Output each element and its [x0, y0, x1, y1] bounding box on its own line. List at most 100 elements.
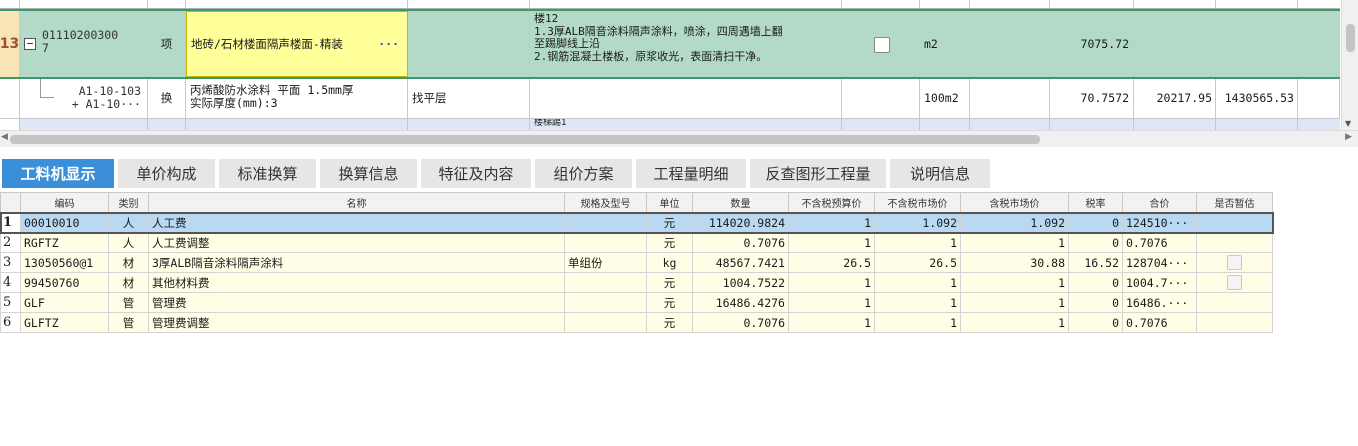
estimate-checkbox[interactable] [1227, 275, 1242, 290]
col-header-category[interactable]: 类别 [108, 192, 149, 213]
cell-unit[interactable]: 元 [646, 232, 693, 253]
cell-budget-price[interactable]: 1 [788, 232, 875, 253]
col-header-name[interactable]: 名称 [148, 192, 565, 213]
cell-category[interactable]: 人 [108, 212, 149, 233]
cell-spec[interactable] [564, 272, 647, 293]
tab-quantity-detail[interactable]: 工程量明细 [636, 159, 746, 188]
cell-unit[interactable]: 元 [646, 312, 693, 333]
scroll-down-arrow-icon[interactable]: ▼ [1345, 119, 1351, 128]
table-row-selected[interactable]: 13 − 01110200300 7 项 地砖/石材楼面隔声楼面-精装 ··· … [0, 9, 1340, 79]
cell-spec[interactable] [564, 312, 647, 333]
vertical-scroll-thumb[interactable] [1346, 24, 1355, 52]
cell-market-price[interactable]: 26.5 [874, 252, 961, 273]
tab-reverse-graphic-quantity[interactable]: 反查图形工程量 [750, 159, 886, 188]
tab-standard-conversion[interactable]: 标准换算 [219, 159, 316, 188]
cell-estimate[interactable] [1196, 252, 1273, 273]
col-header-spec[interactable]: 规格及型号 [564, 192, 647, 213]
col-header-total[interactable]: 合价 [1122, 192, 1197, 213]
cell-market-price[interactable]: 1 [874, 292, 961, 313]
cell-name[interactable]: 3厚ALB隔音涂料隔声涂料 [148, 252, 565, 273]
horizontal-scroll-thumb[interactable] [10, 135, 1040, 144]
cell-quantity[interactable]: 0.7076 [692, 232, 789, 253]
table-row[interactable]: 6 GLFTZ 管管理费调整元 0.7076 1 1 1 0 0.7076 [0, 312, 1273, 333]
cell-quantity[interactable]: 16486.4276 [692, 292, 789, 313]
cell-tax-rate[interactable]: 0 [1068, 272, 1123, 293]
cell-market-price-tax[interactable]: 30.88 [960, 252, 1069, 273]
cell-tax-rate[interactable]: 0 [1068, 212, 1123, 233]
cell-name[interactable]: 人工费调整 [148, 232, 565, 253]
cell-total[interactable]: 1004.7··· [1122, 272, 1197, 293]
cell-tax-rate[interactable]: 0 [1068, 292, 1123, 313]
cell-category[interactable]: 材 [108, 252, 149, 273]
cell-market-price-tax[interactable]: 1 [960, 272, 1069, 293]
cell-estimate[interactable] [1196, 212, 1273, 233]
cell-name[interactable]: 管理费 [148, 292, 565, 313]
cell-tax-rate[interactable]: 0 [1068, 312, 1123, 333]
cell-total[interactable]: 0.7076 [1122, 232, 1197, 253]
cell-budget-price[interactable]: 1 [788, 272, 875, 293]
table-row[interactable]: 3 13050560@1 材 3厚ALB隔音涂料隔声涂料 单组份 kg 48567.7421… [0, 252, 1273, 273]
cell-name[interactable]: 人工费 [148, 212, 565, 233]
tab-labor-material-machine[interactable]: 工料机显示 [2, 159, 114, 188]
cell-tax-rate[interactable]: 16.52 [1068, 252, 1123, 273]
scroll-right-arrow-icon[interactable]: ▶ [1345, 132, 1352, 142]
cell-total[interactable]: 128704··· [1122, 252, 1197, 273]
cell-market-price[interactable]: 1 [874, 272, 961, 293]
item-name-cell[interactable]: 地砖/石材楼面隔声楼面-精装 ··· [186, 11, 408, 77]
cell-market-price[interactable]: 1 [874, 312, 961, 333]
col-header-tax-rate[interactable]: 税率 [1068, 192, 1123, 213]
cell-unit[interactable]: 元 [646, 292, 693, 313]
cell-category[interactable]: 材 [108, 272, 149, 293]
scroll-left-arrow-icon[interactable]: ◀ [1, 132, 8, 142]
col-header-quantity[interactable]: 数量 [692, 192, 789, 213]
cell-unit[interactable]: 元 [646, 272, 693, 293]
table-row[interactable]: 1 00010010 人人工费元 114020.9824 1 1.092 1.092 0 124… [0, 211, 1274, 234]
cell-total[interactable]: 16486.··· [1122, 292, 1197, 313]
cell-code[interactable]: 13050560@1 [20, 252, 109, 273]
col-header-code[interactable]: 编码 [20, 192, 109, 213]
collapse-toggle-icon[interactable]: − [24, 38, 36, 50]
cell-quantity[interactable]: 1004.7522 [692, 272, 789, 293]
cell-market-price[interactable]: 1 [874, 232, 961, 253]
cell-market-price[interactable]: 1.092 [874, 212, 961, 233]
cell-estimate[interactable] [1196, 292, 1273, 313]
col-header-estimate[interactable]: 是否暂估 [1196, 192, 1273, 213]
estimate-checkbox[interactable] [1227, 255, 1242, 270]
cell-unit[interactable]: kg [646, 252, 693, 273]
row-checkbox[interactable] [874, 37, 890, 53]
cell-quantity[interactable]: 0.7076 [692, 312, 789, 333]
cell-tax-rate[interactable]: 0 [1068, 232, 1123, 253]
horizontal-scrollbar[interactable]: ◀ ▶ [0, 130, 1358, 147]
table-row[interactable]: 2 RGFTZ 人人工费调整元 0.7076 1 1 1 0 0.7076 [0, 232, 1273, 253]
cell-code[interactable]: 99450760 [20, 272, 109, 293]
cell-market-price-tax[interactable]: 1 [960, 232, 1069, 253]
tab-conversion-info[interactable]: 换算信息 [320, 159, 417, 188]
table-row-sub-item[interactable]: A1-10-103 + A1-10··· 换 丙烯酸防水涂料 平面 1.5mm厚… [0, 79, 1340, 119]
cell-code[interactable]: RGFTZ [20, 232, 109, 253]
cell-budget-price[interactable]: 1 [788, 292, 875, 313]
col-header-budget-price[interactable]: 不含税预算价 [788, 192, 875, 213]
tab-features-content[interactable]: 特征及内容 [421, 159, 531, 188]
cell-budget-price[interactable]: 26.5 [788, 252, 875, 273]
cell-category[interactable]: 人 [108, 232, 149, 253]
cell-spec[interactable] [564, 292, 647, 313]
cell-estimate[interactable] [1196, 272, 1273, 293]
tab-pricing-plan[interactable]: 组价方案 [535, 159, 632, 188]
cell-market-price-tax[interactable]: 1 [960, 312, 1069, 333]
more-button[interactable]: ··· [378, 37, 399, 51]
cell-market-price-tax[interactable]: 1 [960, 292, 1069, 313]
cell-quantity[interactable]: 114020.9824 [692, 212, 789, 233]
cell-spec[interactable] [564, 212, 647, 233]
table-row[interactable]: 4 99450760 材其他材料费元 1004.7522 1 1 1 0 1004.7··· [0, 272, 1273, 293]
cell-spec[interactable]: 单组份 [564, 252, 647, 273]
cell-name[interactable]: 其他材料费 [148, 272, 565, 293]
cell-unit[interactable]: 元 [646, 212, 693, 233]
col-header-unit[interactable]: 单位 [646, 192, 693, 213]
cell-category[interactable]: 管 [108, 292, 149, 313]
cell-budget-price[interactable]: 1 [788, 212, 875, 233]
cell-spec[interactable] [564, 232, 647, 253]
cell-budget-price[interactable]: 1 [788, 312, 875, 333]
cell-code[interactable]: GLF [20, 292, 109, 313]
cell-total[interactable]: 124510··· [1122, 212, 1197, 233]
cell-category[interactable]: 管 [108, 312, 149, 333]
